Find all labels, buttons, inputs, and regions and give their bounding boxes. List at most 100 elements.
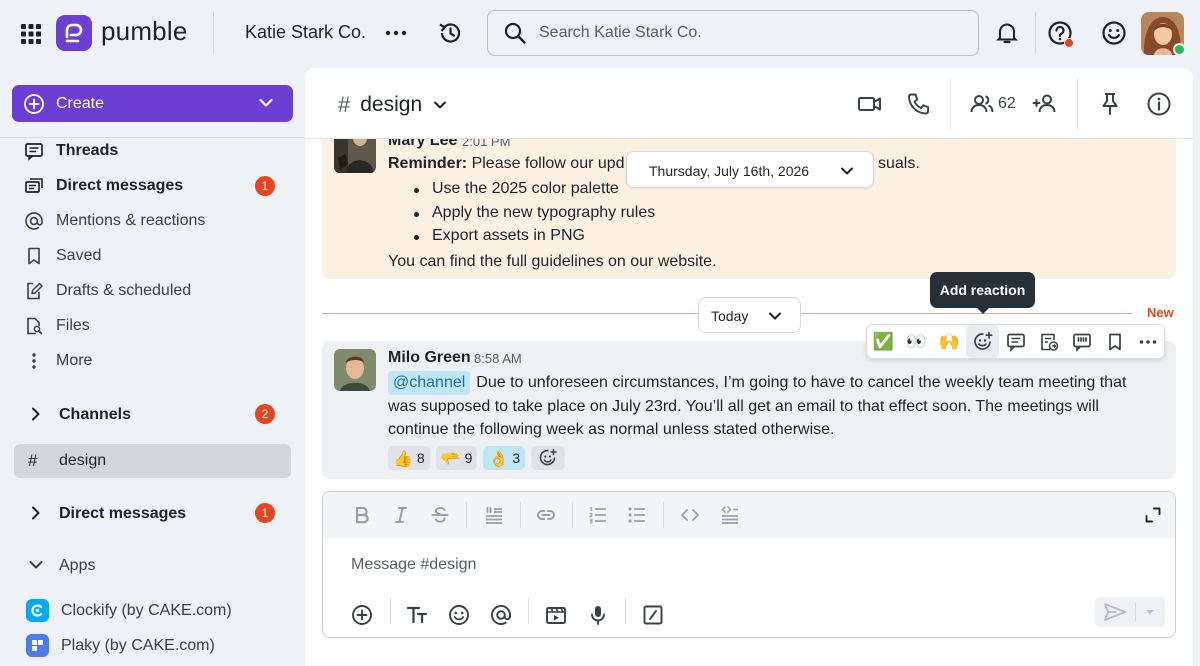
sidebar-item-mentions[interactable]: Mentions & reactions xyxy=(0,205,300,237)
text-format-icon[interactable] xyxy=(405,603,429,627)
quote-message-icon[interactable] xyxy=(1065,325,1098,358)
reaction-thumbs-up[interactable]: 👍 8 xyxy=(388,446,430,470)
search-box[interactable] xyxy=(487,10,979,56)
message-milo-green: Milo Green 8:58 AM @channel Due to unfore… xyxy=(322,341,1176,479)
reaction-palm-down[interactable]: 🫳 9 xyxy=(435,446,478,470)
reaction-count: 8 xyxy=(416,450,425,466)
emoji-picker-icon[interactable] xyxy=(447,603,471,627)
strikethrough-icon[interactable] xyxy=(429,504,451,526)
more-dots-icon[interactable] xyxy=(384,22,408,44)
add-member-icon[interactable] xyxy=(1032,91,1058,117)
history-icon[interactable] xyxy=(437,20,463,46)
code-icon[interactable] xyxy=(679,504,701,526)
unread-badge: 2 xyxy=(255,404,275,424)
video-camera-icon[interactable] xyxy=(857,91,883,117)
phone-icon[interactable] xyxy=(906,91,932,117)
blockquote-icon[interactable] xyxy=(483,504,505,526)
pin-icon[interactable] xyxy=(1097,91,1123,117)
italic-icon[interactable] xyxy=(390,504,412,526)
member-count: 62 xyxy=(998,95,1016,112)
chevron-right-icon xyxy=(28,406,44,422)
smiley-icon[interactable] xyxy=(1101,20,1127,46)
sidebar-app-plaky[interactable]: Plaky (by CAKE.com) xyxy=(0,631,300,661)
list-item: Apply the new typography rules xyxy=(414,204,655,228)
numbered-list-icon[interactable] xyxy=(587,504,609,526)
reaction-count: 3 xyxy=(512,450,521,466)
microphone-icon[interactable] xyxy=(586,603,610,627)
workspace-name[interactable]: Katie Stark Co. xyxy=(245,22,366,43)
sidebar-item-label: Drafts & scheduled xyxy=(56,282,192,299)
reaction-ok-hand[interactable]: 👌 3 xyxy=(483,446,526,470)
apps-grid-icon[interactable] xyxy=(20,23,42,45)
add-reaction-button[interactable] xyxy=(531,446,566,470)
divider xyxy=(528,598,529,624)
clockify-icon xyxy=(26,599,49,622)
direct-messages-label: Direct messages xyxy=(59,505,187,522)
reaction-emoji: 👍 xyxy=(393,448,413,468)
channel-panel: # design 62 Mary Lee 2:01 PM Reminder: P… xyxy=(305,68,1193,666)
author-avatar[interactable] xyxy=(334,349,376,391)
sidebar-item-more[interactable]: More xyxy=(0,345,300,377)
bell-icon[interactable] xyxy=(994,20,1020,46)
online-status-dot xyxy=(1173,43,1186,56)
search-input[interactable] xyxy=(539,24,939,42)
message-input[interactable] xyxy=(351,556,1051,574)
forward-message-icon[interactable] xyxy=(1032,325,1065,358)
divider xyxy=(1077,78,1078,130)
schedule-options-chevron-icon[interactable] xyxy=(1141,604,1159,620)
link-icon[interactable] xyxy=(535,504,557,526)
chevron-down-icon xyxy=(432,97,448,113)
more-actions-icon[interactable] xyxy=(1131,325,1164,358)
message-body: Due to unforeseen circumstances, I’m goi… xyxy=(388,374,1127,438)
divider xyxy=(520,502,521,528)
sidebar-item-direct-messages[interactable]: Direct messages 1 xyxy=(0,170,300,202)
info-icon[interactable] xyxy=(1146,91,1172,117)
message-text-end: suals. xyxy=(878,155,920,172)
video-clip-icon[interactable] xyxy=(544,603,568,627)
add-emoji-icon xyxy=(539,448,557,466)
bold-icon[interactable] xyxy=(351,504,373,526)
sidebar-app-clockify[interactable]: Clockify (by CAKE.com) xyxy=(0,596,300,626)
add-reaction-icon[interactable] xyxy=(966,325,999,358)
expand-icon[interactable] xyxy=(1142,504,1164,526)
channels-section-toggle[interactable]: Channels 2 xyxy=(0,397,300,431)
code-block-icon[interactable] xyxy=(719,504,741,526)
today-jump-button[interactable]: Today xyxy=(698,297,801,333)
sidebar-item-threads[interactable]: Threads xyxy=(0,135,300,167)
quick-reaction-check[interactable]: ✅ xyxy=(867,325,900,358)
search-icon xyxy=(503,21,527,45)
sidebar-item-files[interactable]: Files xyxy=(0,310,300,342)
mention-icon[interactable] xyxy=(489,603,513,627)
create-button[interactable]: Create xyxy=(12,85,293,122)
save-message-icon[interactable] xyxy=(1098,325,1131,358)
sidebar-item-drafts[interactable]: Drafts & scheduled xyxy=(0,275,300,307)
hash-icon: # xyxy=(28,451,38,470)
date-divider-label: Thursday, July 16th, 2026 xyxy=(649,163,810,179)
new-messages-label: New xyxy=(1147,305,1174,320)
quick-reaction-eyes[interactable]: 👀 xyxy=(900,325,933,358)
slash-command-icon[interactable] xyxy=(641,603,665,627)
author-name[interactable]: Milo Green xyxy=(388,349,471,367)
add-attachment-icon[interactable] xyxy=(350,603,374,627)
channel-name: design xyxy=(360,93,423,116)
members-button[interactable]: 62 xyxy=(969,91,1016,117)
messages-icon xyxy=(24,176,44,196)
chevron-right-icon xyxy=(28,505,44,521)
bookmark-icon xyxy=(24,246,44,266)
bullet-list-icon[interactable] xyxy=(626,504,648,526)
sidebar-channel-design[interactable]: # design xyxy=(14,444,291,478)
message-time: 8:58 AM xyxy=(474,351,522,366)
reply-in-thread-icon[interactable] xyxy=(999,325,1032,358)
reaction-count: 9 xyxy=(464,450,473,466)
channel-mention[interactable]: @channel xyxy=(388,371,471,395)
quick-reaction-raised-hands[interactable]: 🙌 xyxy=(933,325,966,358)
apps-section-toggle[interactable]: Apps xyxy=(0,548,300,582)
chevron-down-icon xyxy=(767,308,783,324)
formatting-toolbar xyxy=(323,492,1175,538)
date-jump-button[interactable]: Thursday, July 16th, 2026 xyxy=(626,151,874,188)
send-icon[interactable] xyxy=(1103,601,1127,623)
sidebar-item-label: Files xyxy=(56,317,90,334)
sidebar-item-saved[interactable]: Saved xyxy=(0,240,300,272)
channel-title-button[interactable]: # design xyxy=(338,92,448,118)
direct-messages-section-toggle[interactable]: Direct messages 1 xyxy=(0,496,300,530)
